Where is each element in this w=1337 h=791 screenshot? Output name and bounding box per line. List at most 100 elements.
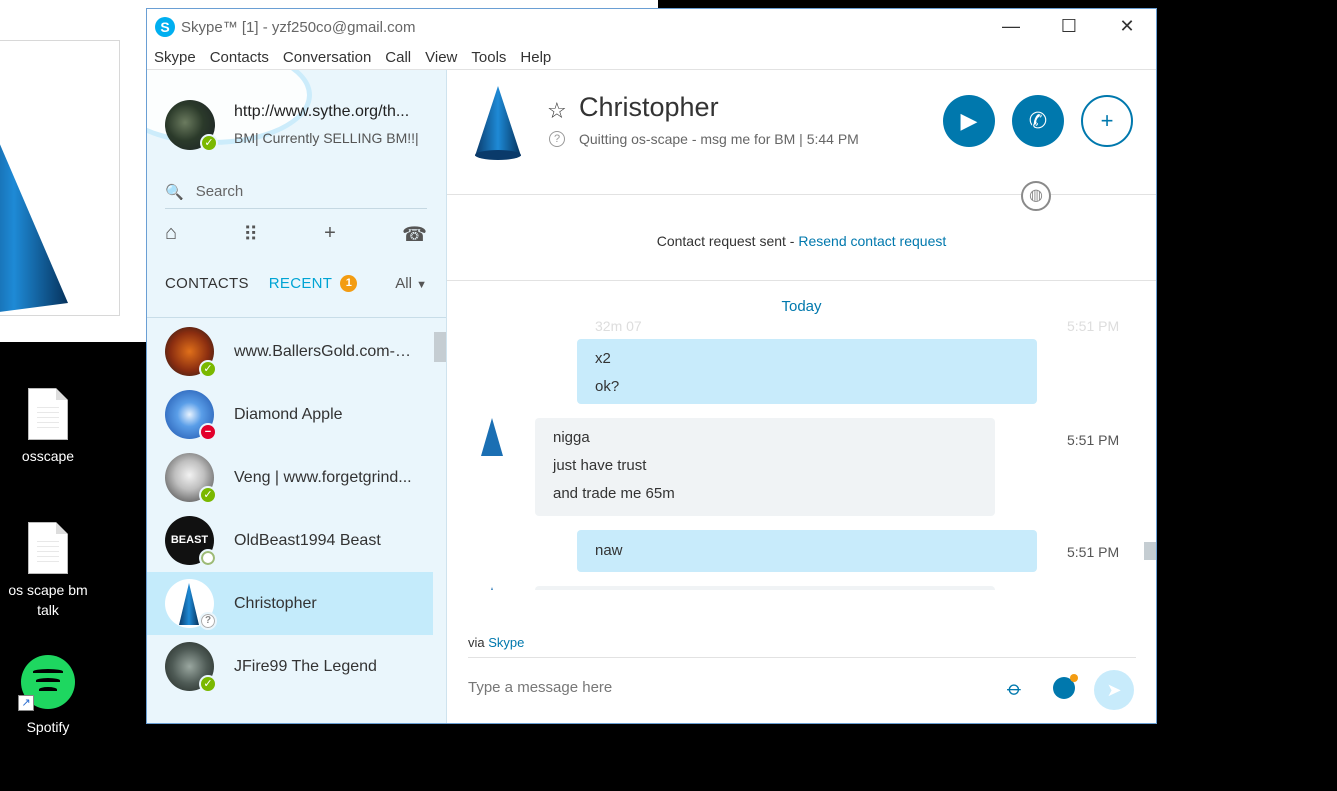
message-time: 5:51 PM — [1067, 544, 1120, 560]
outgoing-message[interactable]: x2 ok? — [577, 339, 1037, 404]
add-icon[interactable]: + — [324, 222, 336, 247]
beast-logo-icon: BEAST — [170, 534, 209, 546]
contact-item[interactable]: − Diamond Apple — [147, 383, 433, 446]
contact-item-selected[interactable]: ? Christopher — [147, 572, 433, 635]
message-line: ok? — [595, 378, 620, 395]
profile-url: http://www.sythe.org/th... — [234, 103, 410, 120]
text-file-icon — [28, 388, 68, 440]
contact-list-scrollbar[interactable] — [434, 332, 446, 362]
filter-label: All — [395, 275, 412, 292]
message-time: 5:51 PM — [1067, 432, 1120, 448]
add-contact-button[interactable]: + — [1081, 95, 1133, 147]
search-box[interactable]: 🔍 Search — [165, 175, 427, 209]
online-status-icon: ✓ — [199, 675, 217, 693]
contact-name: Veng | www.forgetgrind... — [234, 468, 412, 486]
menu-bar: Skype Contacts Conversation Call View To… — [147, 45, 1156, 70]
contact-tabs: CONTACTS RECENT 1 All ▼ — [165, 275, 427, 292]
message-line: nigga — [553, 429, 590, 446]
unknown-status-icon: ? — [199, 612, 217, 630]
send-button[interactable]: ➤ — [1094, 670, 1134, 710]
sidebar-toolbar: ⌂ ⠿ + ☎ — [165, 222, 427, 247]
contacts-directory-icon[interactable]: ☎ — [402, 222, 427, 247]
phone-icon: ✆ — [1028, 108, 1048, 133]
send-icon: ➤ — [1106, 680, 1122, 700]
message-line: x2 — [595, 350, 611, 367]
menu-help[interactable]: Help — [520, 49, 551, 66]
menu-tools[interactable]: Tools — [471, 49, 506, 66]
globe-icon[interactable]: ◍ — [1021, 181, 1051, 211]
contact-avatar: BEAST — [165, 516, 217, 567]
chevron-down-icon: ▼ — [416, 279, 427, 291]
voice-call-button[interactable]: ✆ — [1012, 95, 1064, 147]
resend-request-link[interactable]: Resend contact request — [798, 233, 946, 249]
add-person-icon: + — [1100, 108, 1114, 133]
maximize-button[interactable]: ☐ — [1040, 9, 1098, 45]
my-avatar[interactable]: ✓ — [165, 100, 218, 152]
menu-conversation[interactable]: Conversation — [283, 49, 371, 66]
favorite-star-icon[interactable]: ☆ — [547, 98, 567, 124]
menu-skype[interactable]: Skype — [154, 49, 196, 66]
recent-count-badge: 1 — [340, 275, 358, 292]
contact-list: ✓ www.BallersGold.com-T... − Diamond App… — [147, 320, 433, 698]
contact-item[interactable]: ✓ www.BallersGold.com-T... — [147, 320, 433, 383]
shortcut-arrow-icon: ↗ — [18, 695, 34, 711]
desktop-icon-os-scape-bm-talk[interactable]: os scape bm talk — [0, 522, 96, 620]
contact-avatar: ✓ — [165, 642, 217, 693]
chat-history: Today 32m 07 5:51 PM x2 ok? nigga just h… — [447, 290, 1156, 590]
contact-name: Diamond Apple — [234, 405, 343, 423]
contact-name: www.BallersGold.com-T... — [234, 342, 414, 360]
online-status-icon: ✓ — [199, 486, 217, 504]
desktop-icon-spotify[interactable]: ↗ Spotify — [0, 655, 96, 737]
sidebar: ✓ http://www.sythe.org/th... BM| Current… — [147, 70, 447, 723]
contact-name: OldBeast1994 Beast — [234, 531, 381, 549]
contact-request-notice: Contact request sent - Resend contact re… — [447, 233, 1156, 249]
faded-message-time: 5:51 PM — [1067, 318, 1120, 334]
sender-avatar — [491, 587, 493, 590]
menu-view[interactable]: View — [425, 49, 457, 66]
tab-contacts[interactable]: CONTACTS — [165, 275, 249, 292]
video-camera-icon: ▶ — [960, 108, 978, 133]
via-skype-link[interactable]: Skype — [488, 635, 524, 650]
profile-mood[interactable]: BM| Currently SELLING BM!!| — [234, 130, 419, 146]
message-line: and trade me 65m — [553, 485, 675, 502]
incoming-message[interactable]: nigga just have trust and trade me 65m — [535, 418, 995, 516]
desktop-icon-label: os scape bm talk — [8, 582, 88, 618]
online-status-icon: ✓ — [199, 360, 217, 378]
video-call-button[interactable]: ▶ — [943, 95, 995, 147]
contact-avatar: ✓ — [165, 453, 217, 504]
via-skype-label: via Skype — [468, 635, 524, 650]
contact-avatar-large[interactable] — [473, 86, 523, 160]
contact-item[interactable]: ✓ Veng | www.forgetgrind... — [147, 446, 433, 509]
conversation-contact-name: Christopher — [579, 92, 719, 122]
skype-logo-icon: S — [155, 17, 175, 37]
emoticon-icon[interactable] — [1053, 674, 1078, 699]
contact-item[interactable]: ✓ JFire99 The Legend — [147, 635, 433, 698]
minimize-button[interactable]: — — [982, 9, 1040, 45]
outgoing-message[interactable]: naw — [577, 530, 1037, 572]
contact-mood: Quitting os-scape - msg me for BM | 5:44… — [579, 131, 859, 147]
skype-window: S Skype™ [1] - yzf250co@gmail.com — ☐ ✕ … — [146, 8, 1157, 724]
menu-call[interactable]: Call — [385, 49, 411, 66]
dialpad-icon[interactable]: ⠿ — [243, 222, 258, 247]
filter-dropdown[interactable]: All ▼ — [395, 275, 427, 292]
tab-recent[interactable]: RECENT — [269, 275, 332, 292]
busy-status-icon: − — [199, 423, 217, 441]
title-bar[interactable]: S Skype™ [1] - yzf250co@gmail.com — ☐ ✕ — [147, 9, 1156, 45]
contact-name: JFire99 The Legend — [234, 657, 377, 675]
background-window — [0, 0, 146, 342]
offline-status-icon — [199, 549, 217, 567]
desktop-icon-osscape[interactable]: osscape — [0, 388, 96, 466]
paperclip-icon[interactable]: ⌀ — [1002, 675, 1028, 701]
menu-contacts[interactable]: Contacts — [210, 49, 269, 66]
my-profile[interactable]: ✓ http://www.sythe.org/th... BM| Current… — [165, 100, 419, 152]
contact-avatar: ? — [165, 579, 217, 630]
close-button[interactable]: ✕ — [1098, 9, 1156, 45]
contact-item[interactable]: BEAST OldBeast1994 Beast — [147, 509, 433, 572]
desktop-icon-label: Spotify — [26, 719, 70, 735]
incoming-message-partial[interactable] — [535, 586, 995, 590]
message-input[interactable] — [468, 672, 988, 702]
contact-name: Christopher — [234, 594, 317, 612]
chat-scrollbar[interactable] — [1144, 542, 1156, 560]
contact-avatar: ✓ — [165, 327, 217, 378]
home-icon[interactable]: ⌂ — [165, 222, 177, 247]
